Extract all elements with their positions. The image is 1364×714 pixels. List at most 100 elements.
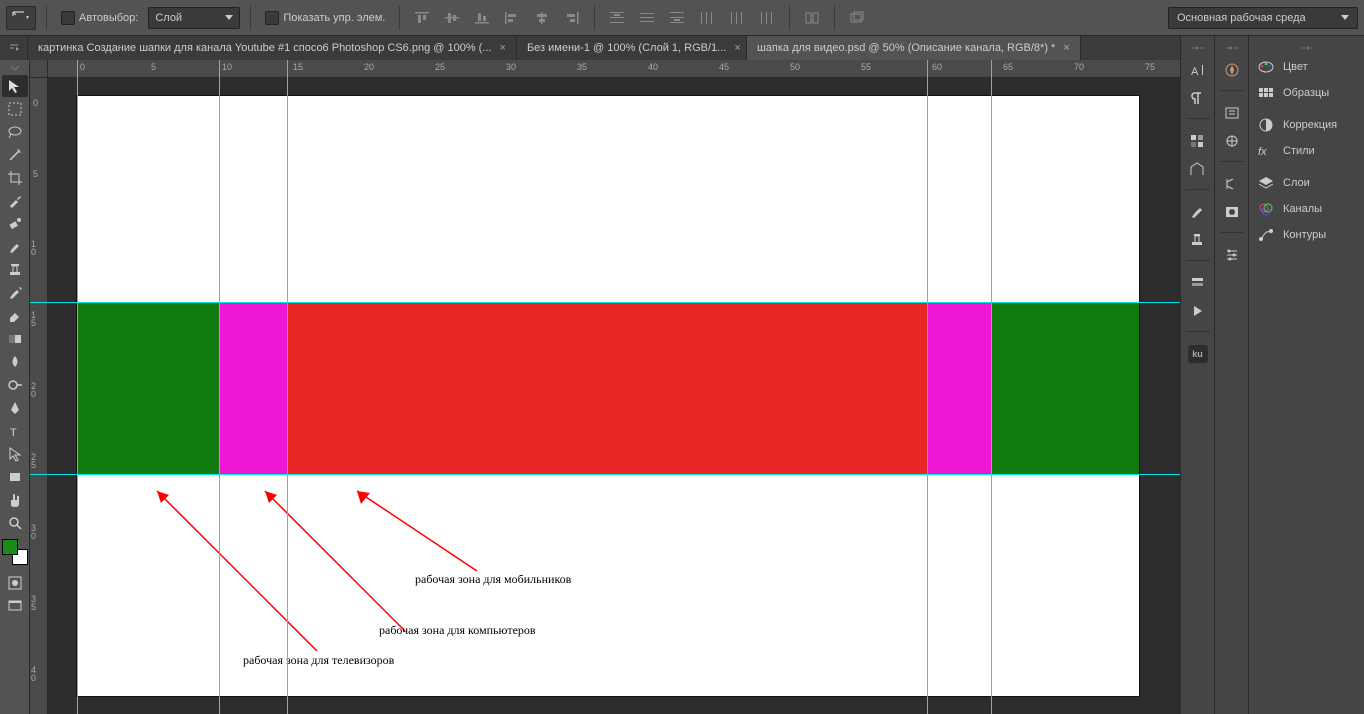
distribute-hcenter-icon[interactable]: [725, 8, 749, 28]
panel-column-toggle[interactable]: [1181, 42, 1214, 54]
adjustments-icon: [1257, 116, 1275, 134]
arrow-icon: [147, 481, 327, 661]
auto-select-checkbox-wrap[interactable]: Автовыбор:: [57, 11, 142, 25]
tools-panel-toggle[interactable]: [1, 62, 29, 74]
adjustments-panel-icon[interactable]: [1218, 129, 1246, 153]
history-panel-icon[interactable]: [1184, 271, 1212, 295]
crop-tool-icon[interactable]: [2, 167, 28, 189]
main-area: T 0 5 10 15 20 25 30 35 40 45 50 55 60 6…: [0, 60, 1180, 714]
document-tab[interactable]: картинка Создание шапки для канала Youtu…: [28, 36, 517, 60]
tab-strip-toggle[interactable]: [0, 36, 28, 60]
auto-select-dropdown[interactable]: Слой: [148, 7, 240, 29]
ruler-corner: [30, 60, 48, 78]
rectangle-tool-icon[interactable]: [2, 466, 28, 488]
align-left-icon[interactable]: [500, 8, 524, 28]
distribute-top-icon[interactable]: [605, 8, 629, 28]
close-icon[interactable]: ×: [734, 42, 740, 54]
magic-wand-tool-icon[interactable]: [2, 144, 28, 166]
align-hcenter-icon[interactable]: [530, 8, 554, 28]
panel-column-toggle[interactable]: [1215, 42, 1248, 54]
gradient-tool-icon[interactable]: [2, 328, 28, 350]
close-icon[interactable]: ×: [1063, 42, 1069, 54]
separator: [834, 6, 835, 30]
distribute-left-icon[interactable]: [695, 8, 719, 28]
foreground-color-swatch[interactable]: [2, 539, 18, 555]
panel-item-channels[interactable]: Каналы: [1249, 196, 1364, 222]
mobile-zone: [287, 302, 927, 474]
properties-panel-icon[interactable]: [1218, 101, 1246, 125]
annotation-computers: рабочая зона для компьютеров: [379, 623, 536, 638]
pen-tool-icon[interactable]: [2, 397, 28, 419]
document-tab[interactable]: Без имени-1 @ 100% (Слой 1, RGB/1... ×: [517, 36, 747, 60]
path-selection-tool-icon[interactable]: [2, 443, 28, 465]
blur-tool-icon[interactable]: [2, 351, 28, 373]
show-controls-checkbox[interactable]: [265, 11, 279, 25]
swatches-icon: [1257, 84, 1275, 102]
history-brush-tool-icon[interactable]: [2, 282, 28, 304]
screen-mode-icon[interactable]: [2, 595, 28, 617]
info-panel-icon[interactable]: [1184, 157, 1212, 181]
panel-item-color[interactable]: Цвет: [1249, 54, 1364, 80]
panel-item-layers[interactable]: Слои: [1249, 170, 1364, 196]
align-vcenter-icon[interactable]: [440, 8, 464, 28]
ruler-vertical[interactable]: 0 5 1 0 1 5 2 0 2 5 3 0 3 5 4 0: [30, 78, 48, 714]
auto-select-checkbox[interactable]: [61, 11, 75, 25]
distribute-right-icon[interactable]: [755, 8, 779, 28]
quick-mask-icon[interactable]: [2, 572, 28, 594]
align-bottom-icon[interactable]: [470, 8, 494, 28]
ruler-horizontal[interactable]: 0 5 10 15 20 25 30 35 40 45 50 55 60 65 …: [48, 60, 1180, 78]
separator: [1220, 90, 1244, 91]
lasso-tool-icon[interactable]: [2, 121, 28, 143]
align-top-icon[interactable]: [410, 8, 434, 28]
collapsed-panel-column-2: [1215, 36, 1249, 714]
kuler-panel-icon[interactable]: ku: [1184, 342, 1212, 366]
panel-item-swatches[interactable]: Образцы: [1249, 80, 1364, 106]
brush-panel-icon[interactable]: [1184, 200, 1212, 224]
zoom-tool-icon[interactable]: [2, 512, 28, 534]
character-panel-icon[interactable]: A: [1184, 58, 1212, 82]
move-tool-icon[interactable]: [2, 75, 28, 97]
navigator-panel-icon[interactable]: [1218, 58, 1246, 82]
clone-stamp-tool-icon[interactable]: [2, 259, 28, 281]
workspace-selector[interactable]: Основная рабочая среда: [1168, 7, 1358, 29]
foreground-background-swatch[interactable]: [2, 539, 28, 565]
options-panel-icon[interactable]: [1218, 243, 1246, 267]
arrow-icon: [347, 481, 487, 581]
paths-icon: [1257, 226, 1275, 244]
marquee-tool-icon[interactable]: [2, 98, 28, 120]
swatches-panel-icon[interactable]: [1184, 129, 1212, 153]
paragraph-panel-icon[interactable]: [1184, 86, 1212, 110]
show-controls-label: Показать упр. элем.: [283, 12, 385, 24]
brush-tool-icon[interactable]: [2, 236, 28, 258]
show-controls-checkbox-wrap[interactable]: Показать упр. элем.: [261, 11, 389, 25]
eyedropper-tool-icon[interactable]: [2, 190, 28, 212]
canvas-document[interactable]: рабочая зона для мобильников рабочая зон…: [77, 96, 1139, 696]
desktop-zone-right: [927, 302, 991, 474]
type-tool-icon[interactable]: T: [2, 420, 28, 442]
document-tab[interactable]: шапка для видео.psd @ 50% (Описание кана…: [747, 36, 1081, 60]
distribute-vcenter-icon[interactable]: [635, 8, 659, 28]
tool-presets-panel-icon[interactable]: [1218, 172, 1246, 196]
canvas-area[interactable]: 0 5 10 15 20 25 30 35 40 45 50 55 60 65 …: [30, 60, 1180, 714]
healing-brush-tool-icon[interactable]: [2, 213, 28, 235]
clone-source-panel-icon[interactable]: [1184, 228, 1212, 252]
panel-item-styles[interactable]: fx Стили: [1249, 138, 1364, 164]
panel-list-toggle[interactable]: [1249, 42, 1364, 54]
panel-list: Цвет Образцы Коррекция fx Стили Слои Кан…: [1249, 36, 1364, 714]
panel-item-paths[interactable]: Контуры: [1249, 222, 1364, 248]
tool-preset-picker[interactable]: [6, 6, 36, 30]
3d-mode-icon[interactable]: [845, 8, 869, 28]
panel-item-adjustments[interactable]: Коррекция: [1249, 112, 1364, 138]
masks-panel-icon[interactable]: [1218, 200, 1246, 224]
dodge-tool-icon[interactable]: [2, 374, 28, 396]
distribute-bottom-icon[interactable]: [665, 8, 689, 28]
actions-panel-icon[interactable]: [1184, 299, 1212, 323]
panel-label: Образцы: [1283, 87, 1329, 99]
eraser-tool-icon[interactable]: [2, 305, 28, 327]
separator: [399, 6, 400, 30]
auto-align-icon[interactable]: [800, 8, 824, 28]
close-icon[interactable]: ×: [500, 42, 506, 54]
color-icon: [1257, 58, 1275, 76]
align-right-icon[interactable]: [560, 8, 584, 28]
hand-tool-icon[interactable]: [2, 489, 28, 511]
